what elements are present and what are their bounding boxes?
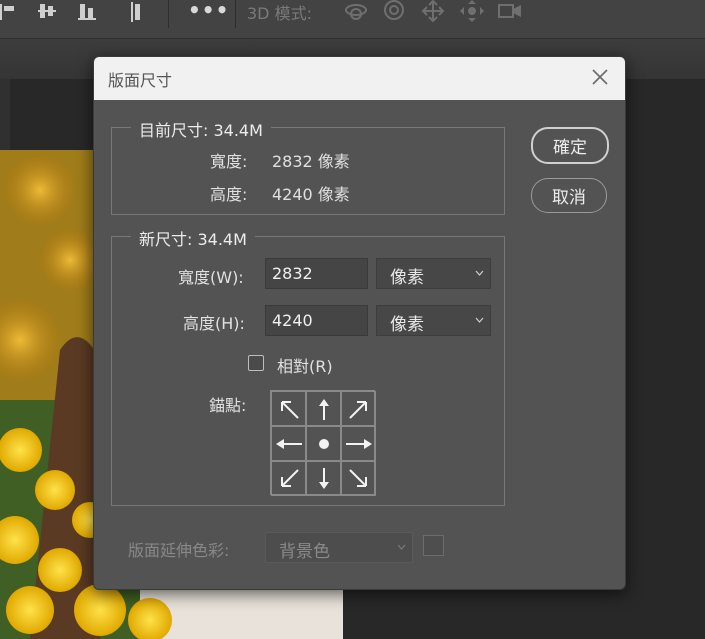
height-input[interactable]: 4240 <box>265 305 368 336</box>
relative-label[interactable]: 相對(R) <box>277 353 333 377</box>
current-width-value: 2832 像素 <box>272 152 350 171</box>
arrow-right-icon <box>345 438 372 449</box>
chevron-down-icon <box>397 544 406 550</box>
3d-orbit-icon[interactable] <box>342 0 370 24</box>
align-bottom-icon[interactable] <box>76 0 98 24</box>
anchor-bottom-right[interactable] <box>341 461 376 496</box>
current-height-label: 高度: <box>210 185 248 204</box>
arrow-down-left-icon <box>280 468 299 487</box>
arrow-up-icon <box>318 398 329 420</box>
dialog-title: 版面尺寸 <box>108 71 173 90</box>
3d-mode-label: 3D 模式: <box>247 4 312 23</box>
width-input[interactable]: 2832 <box>265 258 368 289</box>
arrow-down-right-icon <box>348 468 367 487</box>
new-width-label: 寬度(W): <box>178 268 244 287</box>
anchor-bottom-left[interactable] <box>271 461 306 496</box>
new-size-legend: 新尺寸: 34.4M <box>131 226 255 250</box>
current-height-value: 4240 像素 <box>272 185 350 204</box>
extension-color-value: 背景色 <box>279 542 330 562</box>
ok-button[interactable]: 確定 <box>531 127 609 164</box>
separator <box>168 0 169 28</box>
arrow-left-icon <box>275 438 302 449</box>
new-height-label: 高度(H): <box>183 314 245 333</box>
3d-slide-icon[interactable] <box>458 0 486 24</box>
3d-camera-icon[interactable] <box>497 0 525 24</box>
dialog-titlebar[interactable]: 版面尺寸 <box>94 57 625 100</box>
extension-color-select[interactable]: 背景色 <box>265 532 413 563</box>
canvas-size-dialog: 版面尺寸 目前尺寸: 34.4M 寬度: 2832 像素 高度: 4240 像素… <box>93 56 626 590</box>
3d-roll-icon[interactable] <box>381 0 409 24</box>
anchor-label: 錨點: <box>209 396 247 415</box>
anchor-grid <box>270 390 376 496</box>
extension-color-swatch[interactable] <box>423 535 444 556</box>
height-unit-select[interactable]: 像素 <box>376 305 491 336</box>
align-vertical-center-icon[interactable] <box>36 0 58 24</box>
more-options-button[interactable]: ••• <box>188 0 229 22</box>
separator <box>235 0 236 28</box>
options-bar: ••• 3D 模式: <box>0 0 705 39</box>
close-button[interactable] <box>589 66 611 88</box>
arrow-up-right-icon <box>348 400 367 419</box>
extension-color-label: 版面延伸色彩: <box>128 541 230 560</box>
height-unit-value: 像素 <box>390 315 424 335</box>
chevron-down-icon <box>475 270 484 276</box>
anchor-left[interactable] <box>271 426 306 461</box>
anchor-center[interactable] <box>306 426 341 461</box>
anchor-right[interactable] <box>341 426 376 461</box>
current-size-legend: 目前尺寸: 34.4M <box>131 117 271 141</box>
3d-pan-icon[interactable] <box>420 0 448 24</box>
arrow-down-icon <box>318 467 329 489</box>
align-left-icon[interactable] <box>0 0 22 24</box>
anchor-top-right[interactable] <box>341 391 376 426</box>
width-unit-value: 像素 <box>390 268 424 288</box>
cancel-button[interactable]: 取消 <box>531 178 607 213</box>
width-unit-select[interactable]: 像素 <box>376 258 491 289</box>
center-dot-icon <box>318 438 329 449</box>
anchor-top-left[interactable] <box>271 391 306 426</box>
anchor-top[interactable] <box>306 391 341 426</box>
close-icon <box>592 69 608 85</box>
anchor-bottom[interactable] <box>306 461 341 496</box>
chevron-down-icon <box>475 317 484 323</box>
distribute-icon[interactable] <box>126 0 148 24</box>
current-width-label: 寬度: <box>210 152 248 171</box>
arrow-up-left-icon <box>280 400 299 419</box>
relative-checkbox[interactable] <box>248 355 264 371</box>
